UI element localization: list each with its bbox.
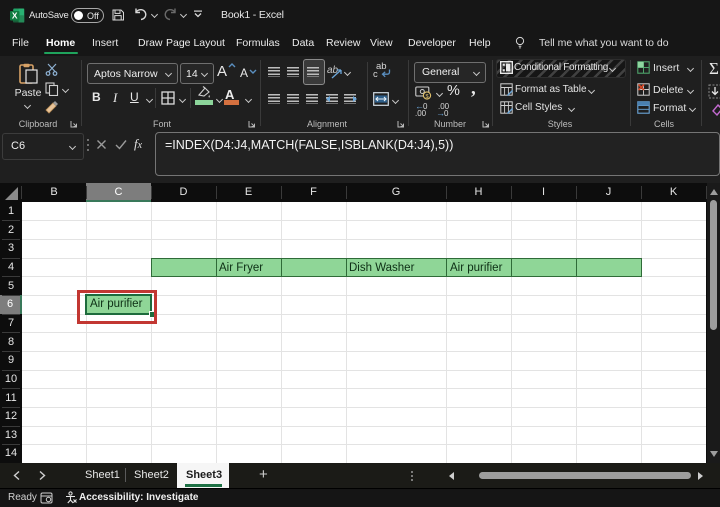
- svg-text:X: X: [12, 11, 18, 21]
- svg-text:$: $: [425, 94, 428, 100]
